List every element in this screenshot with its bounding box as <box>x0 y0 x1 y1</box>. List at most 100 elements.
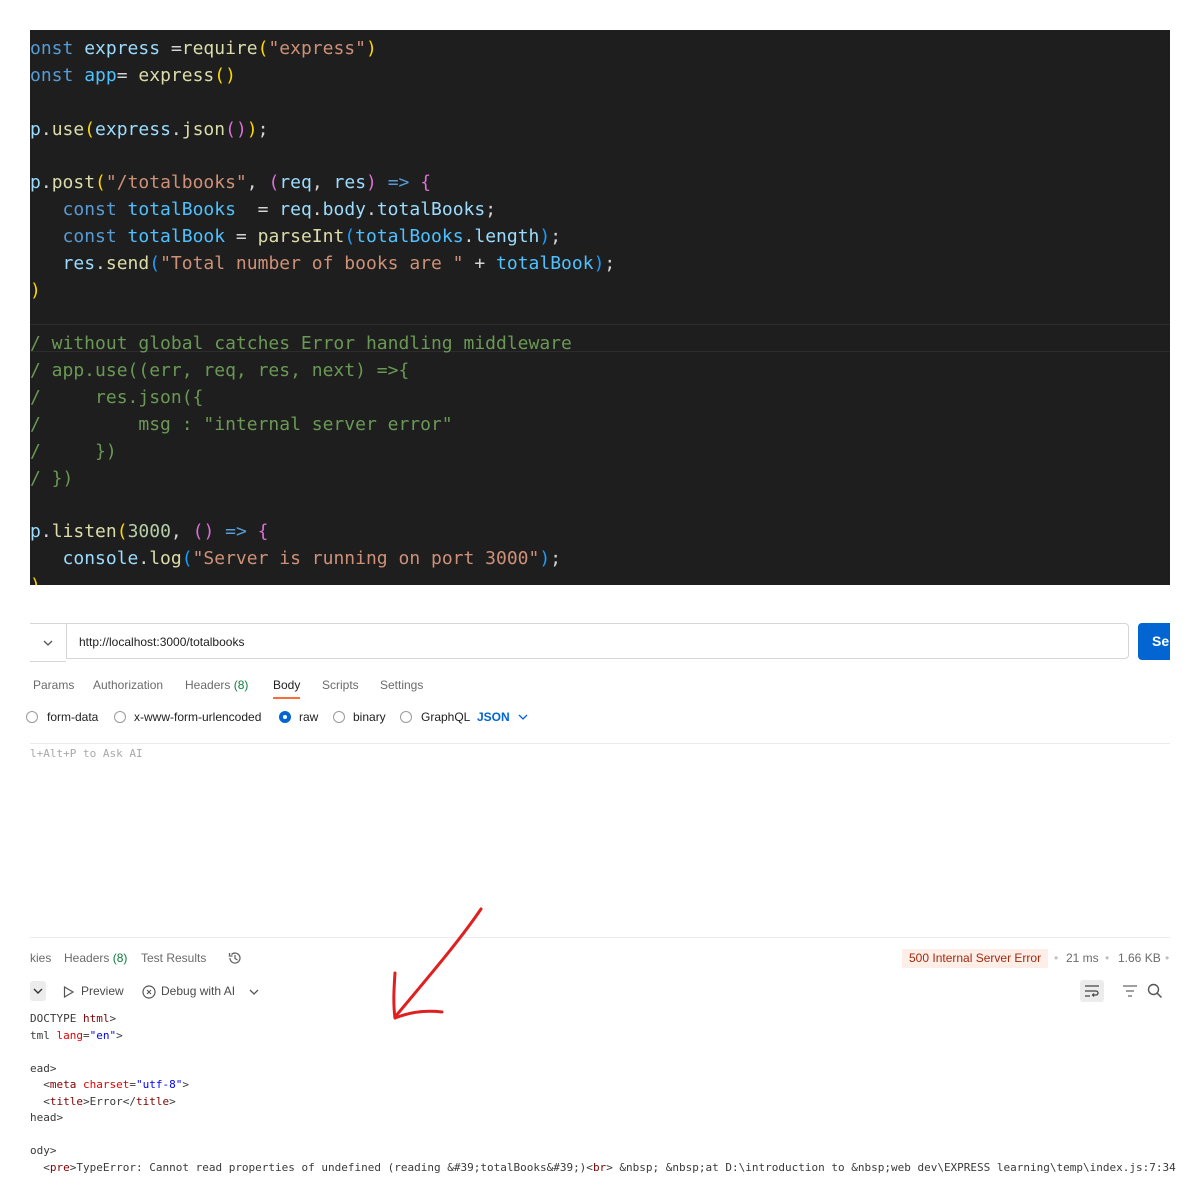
code-token: "Total number of books are " <box>160 253 464 274</box>
response-headers-label: Headers <box>64 951 110 965</box>
code-token: ) <box>366 172 377 193</box>
method-dropdown[interactable] <box>30 623 66 662</box>
code-token: log <box>149 548 182 569</box>
tab-test-results[interactable]: Test Results <box>141 951 206 965</box>
tab-body[interactable]: Body <box>273 678 300 692</box>
tab-response-headers[interactable]: Headers (8) <box>64 951 127 965</box>
code-line[interactable]: onst app= express() <box>30 62 236 89</box>
code-token: . <box>40 172 52 193</box>
response-token: < <box>30 1078 50 1091</box>
response-line: <title>Error</title> <box>30 1094 176 1110</box>
response-token: lang <box>56 1029 84 1042</box>
code-token: post <box>51 172 96 193</box>
response-time[interactable]: 21 ms <box>1066 951 1099 965</box>
tab-authorization[interactable]: Authorization <box>93 678 163 692</box>
code-line[interactable]: ) <box>30 277 41 304</box>
code-token: ) <box>30 280 41 301</box>
tab-cookies[interactable]: kies <box>30 951 51 965</box>
code-line[interactable]: p.post("/totalbooks", (req, res) => { <box>30 169 431 196</box>
ai-debug-icon[interactable] <box>141 984 157 1000</box>
code-line[interactable]: / without global catches Error handling … <box>30 330 572 357</box>
code-token: { <box>420 172 432 193</box>
code-token: ( <box>344 226 356 247</box>
radio-raw[interactable] <box>279 711 291 723</box>
response-token: = <box>129 1078 136 1091</box>
response-line: DOCTYPE html> <box>30 1011 116 1027</box>
status-badge[interactable]: 500 Internal Server Error <box>902 949 1049 968</box>
response-token: meta <box>49 1078 83 1091</box>
code-token: / msg : "internal server error" <box>30 414 453 435</box>
debug-with-ai-button[interactable]: Debug with AI <box>161 984 235 998</box>
radio-form-data[interactable] <box>26 711 38 723</box>
response-line: tml lang="en"> <box>30 1028 123 1044</box>
tab-settings[interactable]: Settings <box>380 678 423 692</box>
response-token: head> <box>30 1111 64 1124</box>
send-button[interactable]: Send <box>1138 623 1170 660</box>
wrap-lines-button[interactable] <box>1080 980 1104 1002</box>
radio-binary[interactable] <box>333 711 345 723</box>
radio-graphql[interactable] <box>400 711 412 723</box>
url-input[interactable]: http://localhost:3000/totalbooks <box>66 623 1129 659</box>
response-token: > <box>109 1012 117 1025</box>
chevron-down-icon[interactable] <box>518 714 528 720</box>
urlencoded-label: x-www-form-urlencoded <box>134 710 262 724</box>
code-token: require <box>181 38 258 59</box>
tab-params[interactable]: Params <box>33 678 74 692</box>
code-line[interactable]: / msg : "internal server error" <box>30 411 453 438</box>
tab-scripts[interactable]: Scripts <box>322 678 359 692</box>
chevron-down-icon[interactable] <box>249 989 259 995</box>
code-token: ) <box>30 575 41 585</box>
code-token: length <box>474 226 540 247</box>
ai-hint-placeholder[interactable]: l+Alt+P to Ask AI <box>30 747 143 760</box>
code-token: body <box>322 199 366 220</box>
search-icon[interactable] <box>1147 983 1163 999</box>
graphql-label: GraphQL <box>421 710 471 724</box>
code-line[interactable]: p.listen(3000, () => { <box>30 518 269 545</box>
code-line[interactable]: const totalBooks = req.body.totalBooks; <box>30 196 497 223</box>
code-line[interactable]: / }) <box>30 465 73 492</box>
response-token: < <box>30 1095 50 1108</box>
play-icon[interactable] <box>63 986 74 998</box>
response-token: > &nbsp; &nbsp;at D:\introduction to &nb… <box>606 1161 1176 1174</box>
history-icon[interactable] <box>227 950 243 966</box>
code-token: p <box>30 521 41 542</box>
code-line[interactable]: console.log("Server is running on port 3… <box>30 545 562 572</box>
response-token: > <box>116 1029 123 1042</box>
code-token: => <box>225 521 247 542</box>
code-token: = <box>170 38 182 59</box>
preview-button[interactable]: Preview <box>81 984 124 998</box>
code-token: { <box>257 521 269 542</box>
code-line[interactable]: const totalBook = parseInt(totalBooks.le… <box>30 223 562 250</box>
code-token: ) <box>365 38 377 59</box>
code-token: . <box>170 119 182 140</box>
response-token: >TypeError: Cannot read properties of un… <box>69 1161 593 1174</box>
code-token: use <box>51 119 85 140</box>
code-line[interactable]: ) <box>30 572 41 585</box>
code-token: / without global catches Error handling … <box>30 333 572 354</box>
code-line[interactable]: / res.json({ <box>30 384 203 411</box>
filter-icon[interactable] <box>1122 984 1138 998</box>
code-line[interactable]: / app.use((err, req, res, next) =>{ <box>30 357 409 384</box>
code-token: () <box>225 119 247 140</box>
code-line[interactable]: p.use(express.json()); <box>30 116 268 143</box>
code-token: / app.use((err, req, res, next) =>{ <box>30 360 410 381</box>
format-selector[interactable] <box>30 981 46 1001</box>
tab-headers-label: Headers <box>185 678 231 692</box>
tab-headers[interactable]: Headers (8) <box>185 678 248 692</box>
raw-label: raw <box>299 710 319 724</box>
format-dropdown[interactable]: JSON <box>477 710 510 724</box>
code-editor[interactable]: ··· onst express =require("express") onst… <box>30 30 1170 585</box>
code-line[interactable]: res.send("Total number of books are " + … <box>30 250 616 277</box>
code-token: . <box>366 199 377 220</box>
radio-urlencoded[interactable] <box>114 711 126 723</box>
code-token: parseInt <box>257 226 345 247</box>
code-token: console <box>62 548 139 569</box>
response-size[interactable]: 1.66 KB <box>1118 951 1161 965</box>
code-token: totalBooks <box>127 199 236 220</box>
code-line[interactable]: / }) <box>30 438 117 465</box>
code-token: p <box>30 172 41 193</box>
code-line[interactable]: onst express =require("express") <box>30 35 377 62</box>
